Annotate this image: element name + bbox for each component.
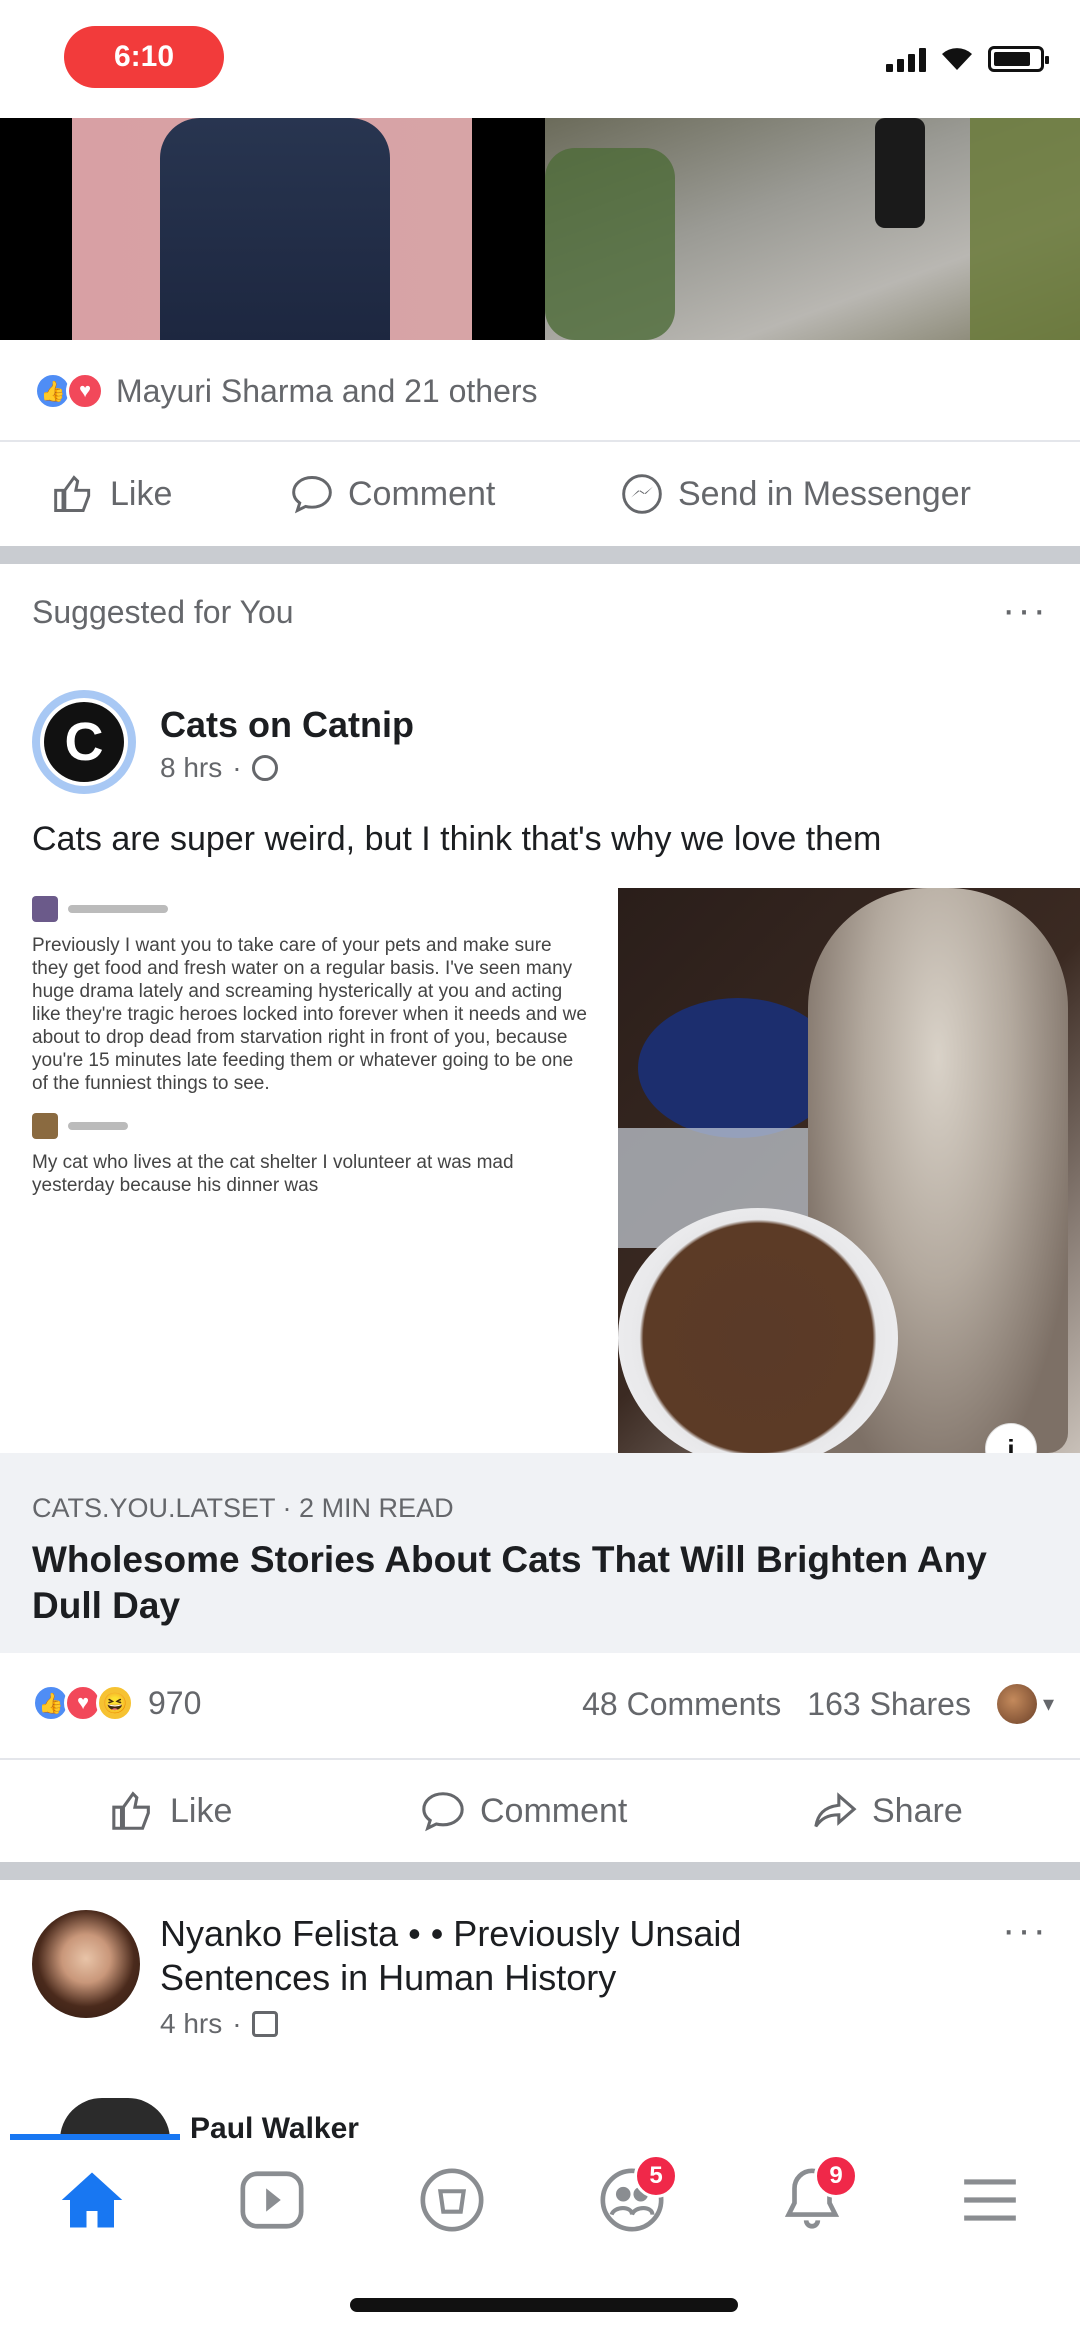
nav-watch[interactable]	[232, 2160, 312, 2240]
user-avatar-small	[996, 1684, 1037, 1724]
article-preview[interactable]: Previously I want you to take care of yo…	[32, 888, 592, 1453]
reactions-summary[interactable]: 👍 ♥ 😆 970	[32, 1684, 201, 1722]
home-indicator[interactable]	[350, 2298, 738, 2312]
comments-count[interactable]: 48 Comments	[582, 1686, 781, 1723]
post-time: 4 hrs	[160, 2008, 223, 2039]
link-domain: CATS.YOU.LATSET · 2 MIN READ	[32, 1493, 454, 1523]
status-time: 6:10	[64, 26, 224, 88]
bottom-nav: 5 9	[0, 2140, 1080, 2260]
more-options-button[interactable]: ···	[1002, 588, 1048, 633]
menu-icon	[964, 2179, 1016, 2221]
divider	[0, 440, 1080, 442]
globe-icon	[251, 755, 278, 781]
comment-label: Comment	[348, 474, 496, 513]
meta-separator: ·	[232, 2008, 242, 2039]
comment-button[interactable]: Comment	[290, 472, 495, 516]
notifications-badge: 9	[814, 2154, 858, 2198]
nav-notifications[interactable]: 9	[772, 2154, 858, 2240]
like-label: Like	[170, 1791, 233, 1830]
cellular-signal-icon	[886, 48, 926, 72]
next-post-title[interactable]: Nyanko Felista • • Previously Unsaid Sen…	[160, 1912, 920, 2000]
home-icon	[61, 2172, 123, 2228]
meta-separator: ·	[232, 752, 242, 783]
send-in-messenger-button[interactable]: Send in Messenger	[620, 472, 971, 516]
section-divider	[0, 1862, 1080, 1880]
post-actions: Like Comment Share	[0, 1776, 1080, 1846]
article-snippet-1: Previously I want you to take care of yo…	[32, 935, 587, 1094]
thumbs-up-icon	[112, 1791, 150, 1830]
article-author-name	[68, 1122, 128, 1130]
nav-home[interactable]	[52, 2160, 132, 2240]
groups-badge: 5	[634, 2154, 678, 2198]
friends-icon	[251, 2011, 278, 2037]
like-label: Like	[110, 474, 173, 513]
reaction-as-selector[interactable]: ▾	[996, 1684, 1054, 1724]
shares-count[interactable]: 163 Shares	[807, 1686, 971, 1723]
post-photo-strip[interactable]	[0, 118, 1080, 340]
article-author-avatar	[32, 896, 58, 922]
link-title: Wholesome Stories About Cats That Will B…	[32, 1539, 987, 1626]
section-divider	[0, 546, 1080, 564]
article-snippet-2: My cat who lives at the cat shelter I vo…	[32, 1152, 514, 1196]
author-avatar[interactable]	[32, 1910, 140, 2018]
article-author-1	[32, 896, 592, 922]
nav-marketplace[interactable]	[412, 2160, 492, 2240]
article-author-name	[68, 905, 168, 913]
post-photo-left[interactable]	[0, 118, 535, 340]
love-reaction-icon: ♥	[66, 372, 104, 410]
comment-icon	[422, 1792, 464, 1832]
battery-icon	[988, 46, 1049, 72]
post-time: 8 hrs	[160, 752, 223, 783]
watch-icon	[240, 2171, 304, 2229]
chevron-down-icon: ▾	[1042, 1691, 1054, 1716]
divider	[0, 1758, 1080, 1760]
comment-label: Comment	[480, 1791, 628, 1830]
post-photo-right[interactable]	[545, 118, 1080, 340]
reactions-text: Mayuri Sharma and 21 others	[116, 372, 538, 409]
article-cat-photo[interactable]	[618, 888, 1080, 1453]
post-text: Cats are super weird, but I think that's…	[32, 820, 882, 858]
article-author-avatar	[32, 1113, 58, 1139]
thumbs-up-icon	[54, 475, 91, 512]
status-icons	[886, 46, 1049, 72]
engagement-counts: 48 Comments 163 Shares ▾	[582, 1684, 1054, 1724]
link-card[interactable]: CATS.YOU.LATSET · 2 MIN READ Wholesome S…	[0, 1453, 1080, 1653]
more-options-button[interactable]: ···	[1002, 1908, 1048, 1953]
nav-groups[interactable]: 5	[592, 2154, 678, 2240]
nav-menu[interactable]	[950, 2160, 1030, 2240]
marketplace-icon	[420, 2168, 484, 2232]
messenger-icon	[622, 474, 662, 514]
reactions-summary[interactable]: 👍 ♥ Mayuri Sharma and 21 others	[34, 372, 538, 410]
post-meta: 8 hrs ·	[160, 752, 278, 784]
wifi-icon	[942, 48, 972, 70]
reaction-count: 970	[148, 1684, 202, 1721]
haha-reaction-icon: 😆	[96, 1684, 134, 1722]
share-label: Share	[872, 1791, 963, 1830]
share-button[interactable]: Share	[812, 1788, 963, 1834]
post-actions: Like Comment Send in Messenger	[0, 460, 1080, 530]
send-label: Send in Messenger	[678, 474, 971, 513]
comment-button[interactable]: Comment	[420, 1788, 627, 1834]
suggested-label: Suggested for You	[32, 594, 294, 630]
like-button[interactable]: Like	[110, 1788, 232, 1834]
share-icon	[814, 1792, 857, 1828]
post-meta: 4 hrs ·	[160, 2008, 278, 2040]
page-avatar[interactable]: C	[32, 690, 136, 794]
comment-icon	[292, 476, 332, 514]
like-button[interactable]: Like	[52, 472, 172, 516]
page-name[interactable]: Cats on Catnip	[160, 704, 414, 746]
page-avatar-letter: C	[44, 702, 124, 782]
status-bar: 6:10	[0, 0, 1080, 118]
article-author-2	[32, 1113, 592, 1139]
